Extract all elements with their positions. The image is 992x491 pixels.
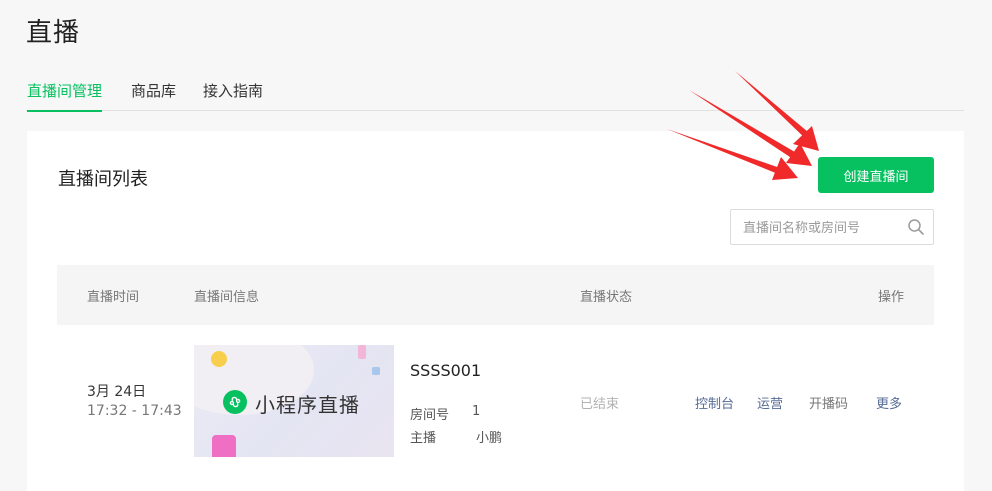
live-time-range: 17:32 - 17:43 <box>87 403 182 419</box>
live-room-list-card: 直播间列表 创建直播间 直播时间 直播间信息 直播状态 操作 3月 24日 17… <box>27 131 964 491</box>
tab-bar: 直播间管理 商品库 接入指南 <box>26 72 964 112</box>
card-title: 直播间列表 <box>58 169 148 190</box>
create-live-room-button[interactable]: 创建直播间 <box>818 157 934 193</box>
anchor-value: 小鹏 <box>476 431 503 446</box>
room-cover-image: 小程序直播 <box>194 345 394 457</box>
room-number-value: 1 <box>472 404 481 419</box>
room-name: SSSS001 <box>410 361 482 380</box>
table-header: 直播时间 直播间信息 直播状态 操作 <box>57 265 934 325</box>
emoji-decoration-icon <box>211 351 227 367</box>
pink-bar-decoration-icon <box>358 345 366 359</box>
status-badge: 已结束 <box>580 397 620 412</box>
search-icon[interactable] <box>907 218 925 236</box>
mini-program-logo-icon <box>223 390 247 414</box>
page-title: 直播 <box>26 18 81 48</box>
search-input[interactable] <box>741 210 905 246</box>
blue-square-decoration-icon <box>372 367 380 375</box>
room-number: 房间号 1 <box>410 404 480 423</box>
search-box <box>730 209 934 246</box>
header-live-status: 直播状态 <box>580 290 633 305</box>
more-link[interactable]: 更多 <box>876 393 902 412</box>
console-link[interactable]: 控制台 <box>695 393 734 412</box>
cover-title: 小程序直播 <box>255 393 360 417</box>
tab-product-library[interactable]: 商品库 <box>131 80 176 110</box>
header-room-info: 直播间信息 <box>194 290 260 305</box>
room-number-label: 房间号 <box>410 408 450 423</box>
header-live-time: 直播时间 <box>87 290 140 305</box>
broadcast-code-link[interactable]: 开播码 <box>809 393 848 412</box>
anchor: 主播 小鹏 <box>410 427 502 446</box>
tab-live-room-management[interactable]: 直播间管理 <box>27 80 103 112</box>
anchor-label: 主播 <box>410 431 437 446</box>
live-date: 3月 24日 <box>87 384 147 400</box>
header-actions: 操作 <box>877 290 904 305</box>
operations-link[interactable]: 运营 <box>757 393 783 412</box>
shirt-decoration-icon <box>212 435 236 457</box>
table-row: 3月 24日 17:32 - 17:43 小程序直播 SSSS001 房间号 1… <box>57 325 934 491</box>
tab-access-guide[interactable]: 接入指南 <box>203 80 263 110</box>
